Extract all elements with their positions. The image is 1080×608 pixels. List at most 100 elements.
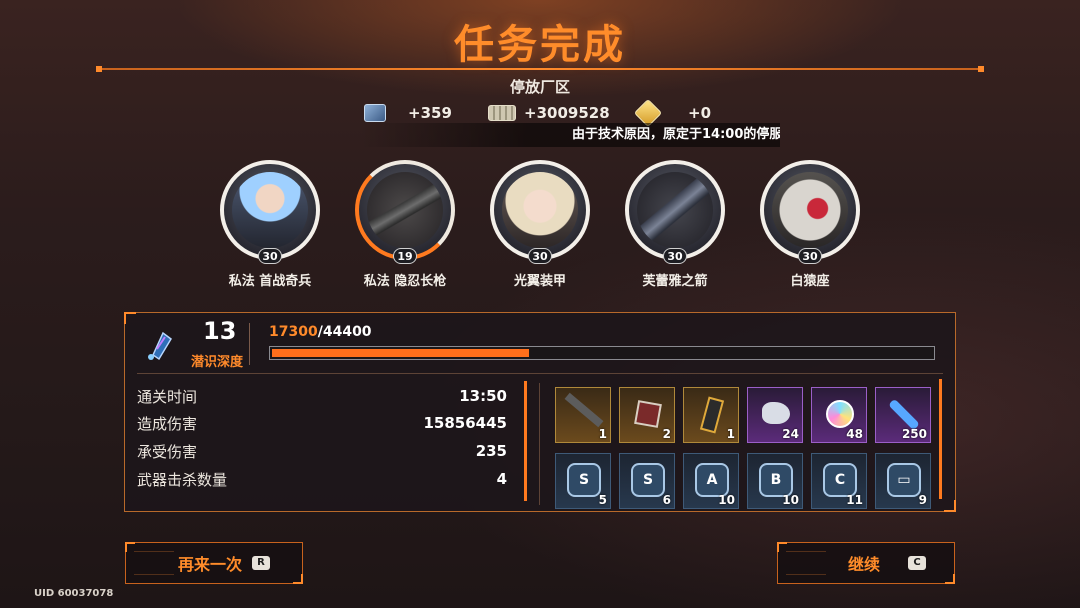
reward-item[interactable]: 250 [875,387,931,443]
data-card-icon [699,396,725,434]
page-title: 任务完成 [454,22,626,68]
blonde-character-portrait [502,172,578,248]
team-member-4[interactable]: 30 芙蕾雅之箭 [615,160,735,289]
syringe-icon [888,398,920,431]
avatar: 30 [220,160,320,264]
item-count: 250 [901,427,927,441]
item-count: 2 [662,427,671,441]
depth-level: 13 [203,317,237,345]
item-count: 5 [598,493,607,507]
reward-item[interactable]: S 6 [619,453,675,509]
retry-button[interactable]: 再来一次 R [125,542,303,584]
reward-item[interactable]: B 10 [747,453,803,509]
maintenance-notice-ticker: 由于技术原因，原定于14:00的停服 [360,123,780,147]
assault-rifle-weapon-portrait [367,172,443,248]
circuit-decoration [134,551,174,575]
cash-stack-icon [488,105,516,121]
supply-crate-icon [364,104,386,122]
chip-module-icon [634,400,662,428]
stat-row-clear-time: 通关时间 13:50 [137,383,507,409]
item-count: 48 [846,427,863,441]
divider [137,373,943,374]
item-count: 10 [718,493,735,507]
reward-item[interactable]: A 10 [683,453,739,509]
chip-s-icon: S [567,463,601,497]
xp-readout: 17300/44400 [269,324,372,340]
depth-label: 潜识深度 [191,355,244,370]
rewards-scrollbar[interactable] [939,379,942,499]
retry-label: 再来一次 [178,555,243,574]
chip-c-icon: C [823,463,857,497]
chip-card-icon: ▭ [887,463,921,497]
stat-label: 承受伤害 [137,442,198,461]
reward-item[interactable]: C 11 [811,453,867,509]
level-badge: 30 [663,248,687,264]
stat-value: 4 [496,470,507,488]
stat-row-damage-taken: 承受伤害 235 [137,438,507,464]
chip-a-icon: A [695,463,729,497]
resource-value: +359 [408,104,452,122]
stat-value: 13:50 [459,387,507,405]
reward-item[interactable]: 48 [811,387,867,443]
team-member-2[interactable]: 19 私法 隐忍长枪 [345,160,465,289]
zone-name: 停放厂区 [509,78,570,96]
member-name: 私法 首战奇兵 [228,274,312,289]
blue-hair-character-portrait [232,172,308,248]
stat-label: 造成伤害 [137,414,198,433]
user-id: UID 60037078 [34,588,114,599]
hotkey-badge: C [908,556,927,570]
reward-item[interactable]: 1 [555,387,611,443]
continue-label: 继续 [848,555,881,574]
team-member-3[interactable]: 30 光翼装甲 [480,160,600,289]
item-count: 9 [918,493,927,507]
depth-crystal-icon [139,325,179,365]
xp-current: 17300 [269,324,318,340]
circuit-decoration [786,551,826,575]
stat-label: 武器击杀数量 [137,470,228,489]
reward-item[interactable]: S 5 [555,453,611,509]
team-member-5[interactable]: 30 白猿座 [750,160,870,289]
item-count: 1 [598,427,607,441]
avatar: 30 [625,160,725,264]
stat-value: 15856445 [423,414,508,432]
stats-scrollbar[interactable] [524,381,527,501]
data-disc-icon [826,400,854,428]
resource-value: +3009528 [524,104,610,122]
xp-progress-bar [269,346,935,360]
stat-row-weapon-kills: 武器击杀数量 4 [137,466,507,492]
resource-crystal: +0 [633,98,712,128]
divider [249,323,250,365]
chip-s-icon: S [631,463,665,497]
reward-item[interactable]: 24 [747,387,803,443]
resource-supply: +359 [364,102,452,124]
resource-cash: +3009528 [488,102,610,124]
member-name: 白猿座 [790,274,830,289]
weapon-blueprint-icon [564,392,604,428]
item-count: 6 [662,493,671,507]
avatar: 30 [490,160,590,264]
member-name: 芙蕾雅之箭 [642,274,708,289]
reward-item[interactable]: 1 [683,387,739,443]
member-name: 光翼装甲 [513,274,566,289]
stat-value: 235 [475,442,507,460]
resource-value: +0 [688,104,712,122]
divider [539,383,540,505]
xp-max: 44400 [322,324,372,340]
item-count: 11 [846,493,863,507]
hotkey-badge: R [252,556,271,570]
level-badge: 30 [528,248,552,264]
member-name: 私法 隐忍长枪 [363,274,447,289]
sniper-rifle-weapon-portrait [637,172,713,248]
stat-label: 通关时间 [137,387,198,406]
item-count: 1 [726,427,735,441]
team-member-1[interactable]: 30 私法 首战奇兵 [210,160,330,289]
level-badge: 19 [393,248,417,264]
level-badge: 30 [798,248,822,264]
level-badge: 30 [258,248,282,264]
chip-b-icon: B [759,463,793,497]
title-divider [96,66,984,72]
reward-item[interactable]: 2 [619,387,675,443]
continue-button[interactable]: 继续 C [777,542,955,584]
avatar: 19 [355,160,455,264]
reward-item[interactable]: ▭ 9 [875,453,931,509]
